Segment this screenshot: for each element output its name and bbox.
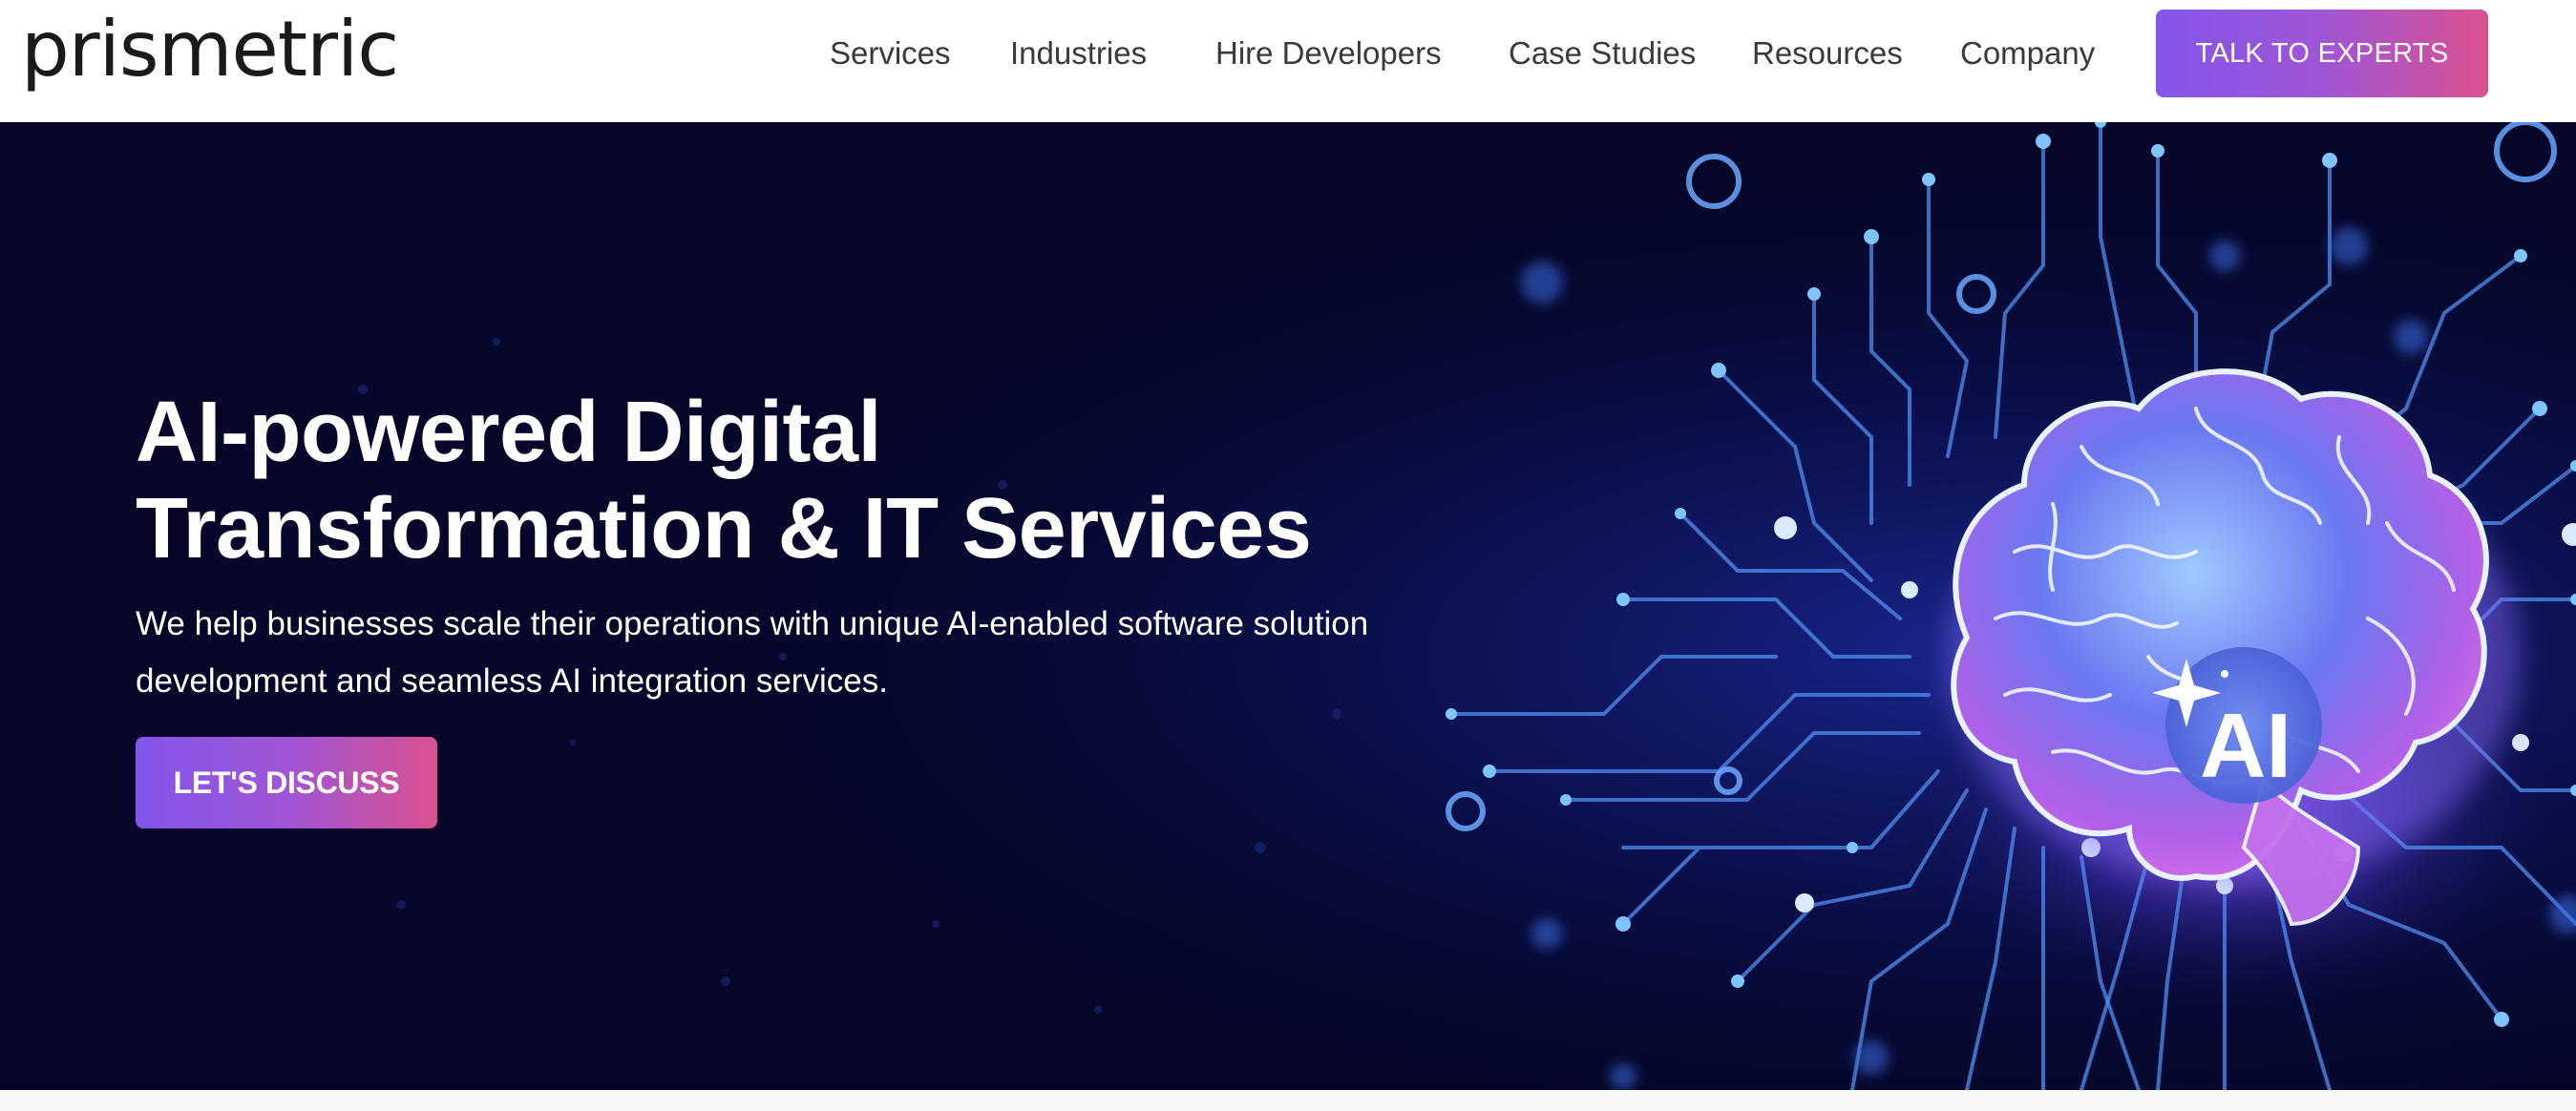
nav-item-case-studies[interactable]: Case Studies [1509,32,1696,74]
lets-discuss-button[interactable]: LET'S DISCUSS [136,737,437,828]
nav-item-company[interactable]: Company [1960,32,2095,74]
site-header: prismetric Services Industries Hire Deve… [0,0,2576,122]
talk-to-experts-button[interactable]: TALK TO EXPERTS [2156,10,2488,97]
hero-section: AI AI-powered Digital Transformation & I… [0,122,2576,1090]
hero-title: AI-powered Digital Transformation & IT S… [136,385,1312,577]
hero-subtitle: We help businesses scale their operation… [136,596,1472,710]
nav-item-services[interactable]: Services [830,32,951,74]
hero-title-line-2: Transformation & IT Services [136,481,1312,576]
nav-item-resources[interactable]: Resources [1752,32,1903,74]
svg-text:AI: AI [2200,695,2291,797]
hero-subtitle-line-1: We help businesses scale their operation… [136,605,1369,642]
hero-subtitle-line-2: development and seamless AI integration … [136,662,888,700]
section-divider [0,1090,2576,1111]
nav-item-hire-developers[interactable]: Hire Developers [1215,32,1442,74]
hero-title-line-1: AI-powered Digital [136,385,882,480]
nav-item-industries[interactable]: Industries [1010,32,1147,74]
